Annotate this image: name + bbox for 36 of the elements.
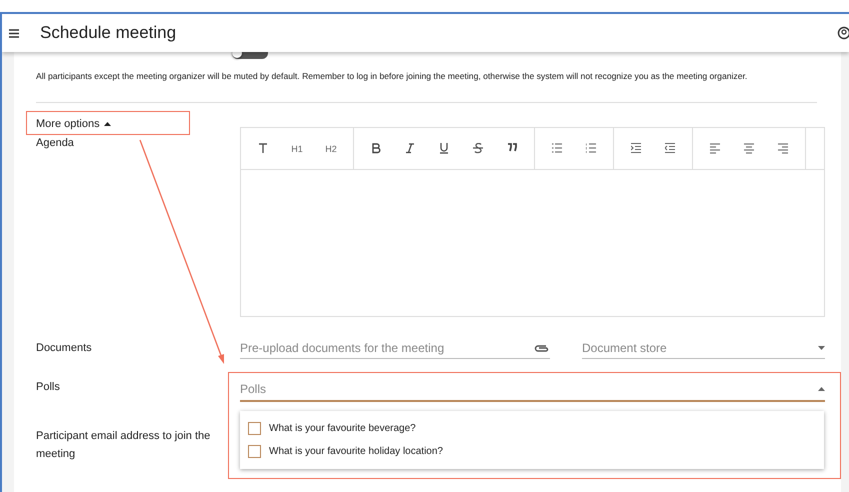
numbered-list-icon[interactable] [586, 143, 596, 154]
polls-dropdown[interactable]: Polls [240, 382, 818, 396]
checkbox[interactable] [248, 445, 261, 458]
dropdown-arrow-icon [818, 346, 825, 350]
account-icon[interactable] [837, 26, 849, 40]
document-store-dropdown[interactable]: Document store [582, 341, 818, 355]
underline-icon[interactable] [439, 143, 449, 154]
caret-up-icon [104, 122, 111, 126]
field-label: Agenda [36, 136, 74, 151]
paperclip-icon [534, 344, 550, 352]
align-right-icon[interactable] [778, 143, 788, 154]
toggle-switch[interactable] [232, 52, 268, 59]
menu-icon[interactable] [9, 28, 19, 38]
strikethrough-icon[interactable] [473, 143, 483, 154]
info-text: All participants except the meeting organizer will be muted by default. Remember to log in before joining the meeting, otherwise the system will not recognize you as the meeting organizer. [36, 71, 748, 81]
field-label: Polls [36, 380, 60, 395]
heading-button[interactable]: H1 [291, 144, 303, 154]
poll-option[interactable]: What is your favourite holiday location? [269, 446, 443, 457]
outdent-icon[interactable] [665, 143, 675, 154]
quote-icon[interactable] [507, 143, 517, 154]
italic-icon[interactable] [405, 143, 415, 154]
checkbox[interactable] [248, 422, 261, 435]
dropdown-arrow-icon [818, 387, 825, 391]
bullet-list-icon[interactable] [552, 143, 562, 154]
indent-icon[interactable] [631, 143, 641, 154]
page-title: Schedule meeting [40, 23, 178, 43]
poll-option[interactable]: What is your favourite beverage? [269, 423, 416, 434]
upload-field[interactable]: Pre-upload documents for the meeting [240, 341, 534, 355]
field-label: Participant email address to join the meeting [36, 429, 212, 462]
align-left-icon[interactable] [710, 143, 720, 154]
heading-button[interactable]: H2 [325, 144, 337, 154]
text-format-icon[interactable] [258, 143, 268, 154]
align-center-icon[interactable] [744, 143, 754, 154]
bold-icon[interactable] [371, 143, 381, 154]
field-label: Documents [36, 341, 93, 356]
more-options-link[interactable]: More options [36, 117, 841, 130]
